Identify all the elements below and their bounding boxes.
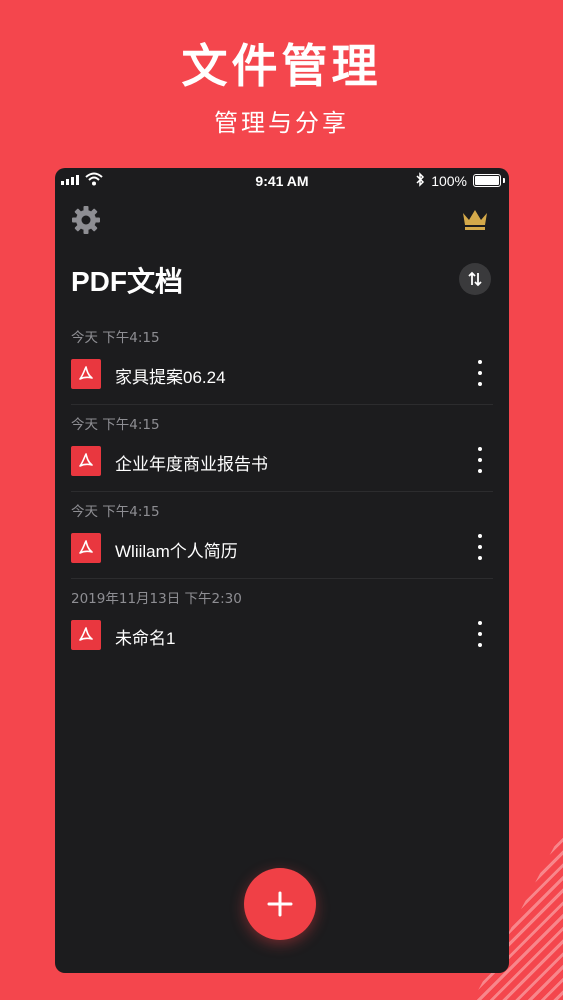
more-options-icon[interactable]: [477, 621, 483, 647]
status-bar: 9:41 AM 100%: [55, 168, 509, 194]
crown-icon[interactable]: [461, 207, 489, 231]
list-item: 今天 下午4:15 Wliilam个人简历: [55, 491, 509, 579]
gear-icon[interactable]: [71, 205, 101, 235]
file-date: 今天 下午4:15: [71, 417, 160, 433]
pdf-icon: [71, 359, 101, 389]
file-row[interactable]: 未命名1: [55, 617, 509, 651]
phone-screen: 9:41 AM 100% PDF文档 今天 下午4:15 家具提案06.24 今…: [55, 168, 509, 973]
plus-icon: [267, 891, 293, 917]
battery-icon: [473, 174, 505, 187]
more-options-icon[interactable]: [477, 447, 483, 473]
sort-button[interactable]: [459, 263, 491, 295]
file-row[interactable]: 家具提案06.24: [55, 356, 509, 390]
more-options-icon[interactable]: [477, 534, 483, 560]
file-date: 今天 下午4:15: [71, 504, 160, 520]
file-row[interactable]: 企业年度商业报告书: [55, 443, 509, 477]
sort-icon: [468, 271, 482, 287]
file-name: 家具提案06.24: [115, 368, 226, 387]
add-button[interactable]: [244, 868, 316, 940]
file-date: 今天 下午4:15: [71, 330, 160, 346]
file-name: Wliilam个人简历: [115, 542, 238, 561]
promo-subtitle: 管理与分享: [214, 109, 349, 137]
battery-percent: 100%: [431, 173, 467, 189]
list-item: 2019年11月13日 下午2:30 未命名1: [55, 578, 509, 666]
file-name: 企业年度商业报告书: [115, 455, 268, 474]
file-list: 今天 下午4:15 家具提案06.24 今天 下午4:15 企业年度商业报告书 …: [55, 318, 509, 666]
pdf-icon: [71, 620, 101, 650]
more-options-icon[interactable]: [477, 360, 483, 386]
bluetooth-icon: [416, 172, 425, 187]
pdf-icon: [71, 446, 101, 476]
list-item: 今天 下午4:15 家具提案06.24: [55, 318, 509, 405]
file-row[interactable]: Wliilam个人简历: [55, 530, 509, 564]
promo-title: 文件管理: [181, 39, 382, 93]
file-date: 2019年11月13日 下午2:30: [71, 591, 242, 607]
pdf-icon: [71, 533, 101, 563]
page-title: PDF文档: [71, 266, 184, 297]
list-item: 今天 下午4:15 企业年度商业报告书: [55, 404, 509, 492]
file-name: 未命名1: [115, 629, 176, 648]
